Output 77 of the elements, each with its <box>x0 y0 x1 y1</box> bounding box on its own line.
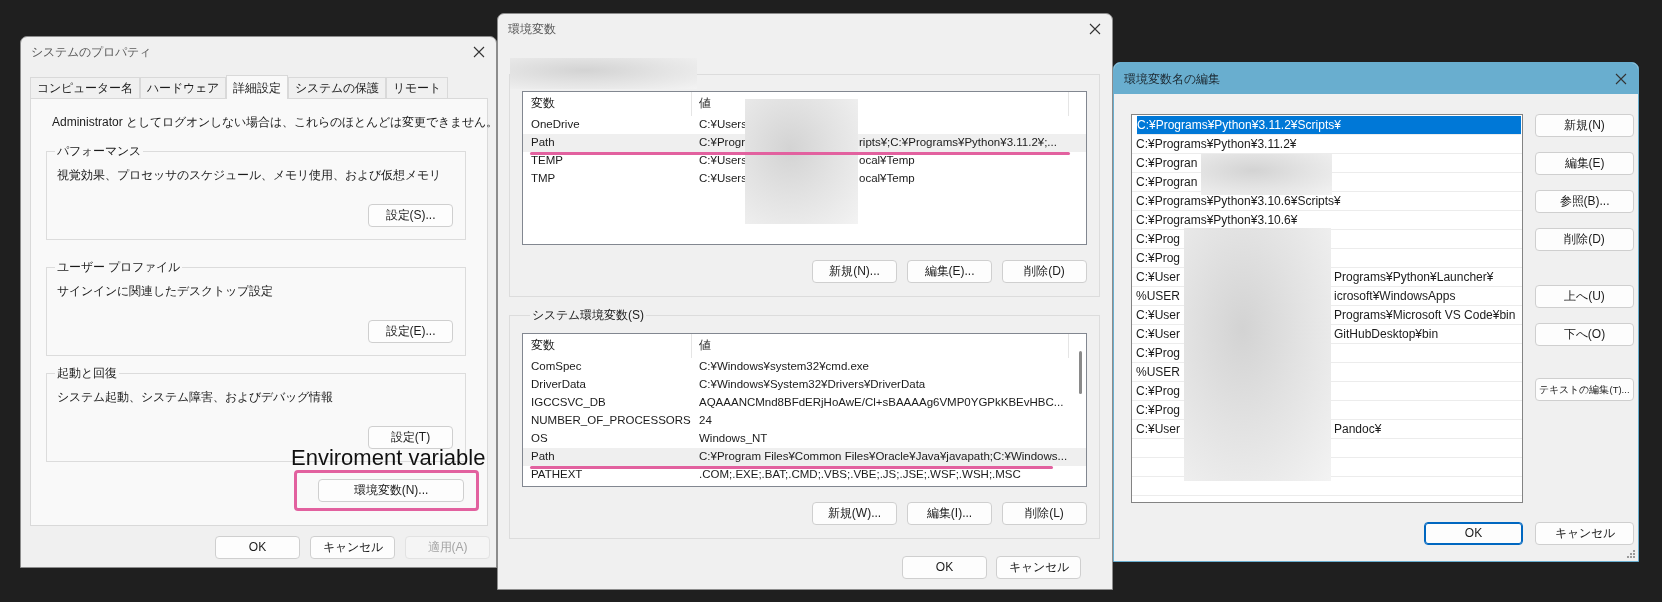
dialog-button[interactable]: 削除(D) <box>1535 228 1634 251</box>
table-cell-text: NUMBER_OF_PROCESSORS <box>530 413 692 429</box>
column-header[interactable]: 変数 <box>523 92 692 116</box>
table-cell-text: ComSpec <box>530 359 583 375</box>
table-cell-text: PATHEXT <box>530 467 584 483</box>
table-row[interactable]: NUMBER_OF_PROCESSORS 24 <box>523 412 1086 430</box>
table-cell-text: TMP <box>530 171 557 187</box>
table-cell-text: C:¥Users ocal¥Temp <box>698 153 916 169</box>
column-header[interactable]: 値 <box>692 334 1069 358</box>
table-row[interactable]: PATHEXT .COM;.EXE;.BAT;.CMD;.VBS;.VBE;.JS;.JSE;.WSF;.WSH;.MSC <box>523 466 1086 484</box>
table-cell-text: AQAAANCMnd8BFdERjHoAwE/Cl+sBAAAAg6VMP0YGPkKBEvHBC... <box>698 395 1065 411</box>
table-cell-text: Path <box>530 135 556 151</box>
dialog-button[interactable]: 削除(L) <box>1002 502 1087 525</box>
table-cell-text: 24 <box>698 413 713 429</box>
table-cell-text: OneDrive <box>530 117 581 133</box>
table-row[interactable]: TMP C:¥Users ocal¥Temp <box>523 170 1086 188</box>
group-title: システム環境変数(S) <box>530 308 646 322</box>
tab[interactable]: ハードウェア <box>140 77 226 98</box>
dialog-button[interactable]: 編集(E) <box>1535 152 1634 175</box>
dialog-button[interactable]: 新規(N) <box>1535 114 1634 137</box>
dialog-button[interactable]: 上へ(U) <box>1535 285 1634 308</box>
dialog-button[interactable]: 編集(I)... <box>907 502 992 525</box>
window-title: システムのプロパティ <box>31 44 151 61</box>
dialog-button[interactable]: 参照(B)... <box>1535 190 1634 213</box>
table-cell-text: C:¥Users <box>698 117 748 133</box>
table-row[interactable]: IGCCSVC_DB AQAAANCMnd8BFdERjHoAwE/Cl+sBAAAAg6VMP0YGPkKBEvHBC... <box>523 394 1086 412</box>
table-cell-text: C:¥Windows¥system32¥cmd.exe <box>698 359 870 375</box>
dialog-button[interactable]: 削除(D) <box>1002 260 1087 283</box>
tab[interactable]: 詳細設定 <box>226 75 288 99</box>
table-cell-text: DriverData <box>530 377 587 393</box>
table-cell-text: .COM;.EXE;.BAT;.CMD;.VBS;.VBE;.JS;.JSE;.WSF;.WSH;.MSC <box>698 467 1022 483</box>
dialog-button[interactable]: OK <box>1424 522 1523 545</box>
dialog-button[interactable]: OK <box>215 536 300 559</box>
dialog-button[interactable]: 設定(S)... <box>368 204 453 227</box>
table-cell-text: C:¥Progr ripts¥;C:¥Programs¥Python¥3.11.2¥;... <box>698 135 1058 151</box>
tab[interactable]: リモート <box>386 77 448 98</box>
dialog-button[interactable]: 新規(W)... <box>812 502 897 525</box>
dialog-button[interactable]: 設定(T) <box>368 426 453 449</box>
table-cell-text: C:¥Users ocal¥Temp <box>698 171 916 187</box>
table-cell-text: Windows_NT <box>698 431 769 447</box>
table-row[interactable]: DriverData C:¥Windows¥System32¥Drivers¥DriverData <box>523 376 1086 394</box>
table-row[interactable]: Path C:¥Program Files¥Common Files¥Oracle¥Java¥javapath;C:¥Windows... <box>523 448 1086 466</box>
table-row[interactable]: OS Windows_NT <box>523 430 1086 448</box>
column-header[interactable]: 変数 <box>523 334 692 358</box>
dialog-button[interactable]: 設定(E)... <box>368 320 453 343</box>
scrollbar-thumb[interactable] <box>1079 351 1082 394</box>
notice-text: Administrator としてログオンしない場合は、これらのほとんどは変更できません。 <box>52 114 499 131</box>
group-description: 視覚効果、プロセッサのスケジュール、メモリ使用、および仮想メモリ <box>57 168 441 182</box>
table-cell-text: C:¥Program Files¥Common Files¥Oracle¥Java¥javapath;C:¥Windows... <box>698 449 1069 465</box>
resize-grip-icon[interactable] <box>1627 550 1635 558</box>
tab[interactable]: システムの保護 <box>288 77 386 98</box>
table-cell-text: C:¥Windows¥System32¥Drivers¥DriverData <box>698 377 927 393</box>
table-row[interactable]: TEMP C:¥Users ocal¥Temp <box>523 152 1086 170</box>
dialog-button[interactable]: 編集(E)... <box>907 260 992 283</box>
group-description: サインインに関連したデスクトップ設定 <box>57 284 273 298</box>
group-description: システム起動、システム障害、およびデバッグ情報 <box>57 390 333 404</box>
group-title: 起動と回復 <box>55 366 119 380</box>
dialog-button[interactable]: キャンセル <box>310 536 395 559</box>
dialog-button[interactable]: 環境変数(N)... <box>318 479 464 502</box>
dialog-button[interactable]: 下へ(O) <box>1535 323 1634 346</box>
dialog-button[interactable]: OK <box>902 556 987 579</box>
dialog-button[interactable]: キャンセル <box>1535 522 1634 545</box>
group-title: パフォーマンス <box>55 144 143 158</box>
window-title: 環境変数 <box>508 21 556 38</box>
table-cell-text: TEMP <box>530 153 564 169</box>
table-row[interactable]: ComSpec C:¥Windows¥system32¥cmd.exe <box>523 358 1086 376</box>
path-entry[interactable]: C:¥Programs¥Python¥3.11.2¥Scripts¥ <box>1137 116 1521 135</box>
window-title: 環境変数名の編集 <box>1124 70 1220 88</box>
dialog-button[interactable]: 新規(N)... <box>812 260 897 283</box>
tab[interactable]: コンピューター名 <box>30 77 140 98</box>
table-row[interactable]: OneDrive C:¥Users <box>523 116 1086 134</box>
dialog-button[interactable]: キャンセル <box>996 556 1081 579</box>
table-cell-text: IGCCSVC_DB <box>530 395 607 411</box>
group-title: ユーザー プロファイル <box>55 260 183 274</box>
dialog-button[interactable]: テキストの編集(T)... <box>1535 378 1634 401</box>
table-cell-text: OS <box>530 431 549 447</box>
table-cell-text: Path <box>530 449 556 465</box>
